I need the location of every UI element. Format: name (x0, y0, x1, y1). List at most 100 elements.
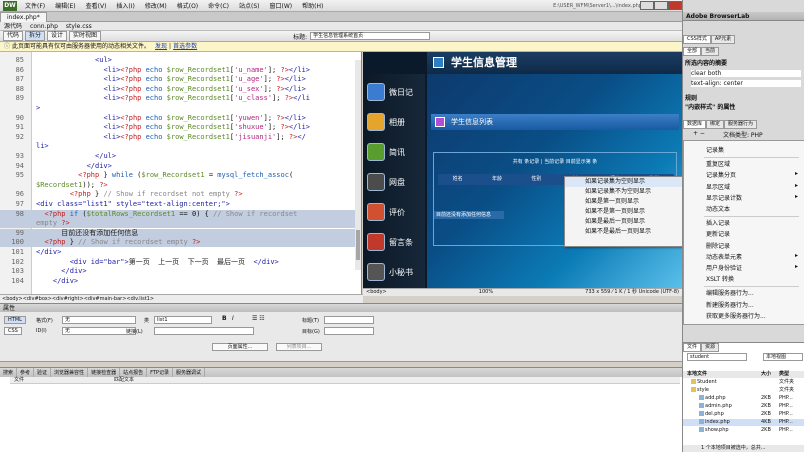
tab-index-php[interactable]: index.php* (0, 12, 47, 22)
file-row[interactable]: show.php 2KB PHP... (683, 427, 804, 434)
server-menu-item-6[interactable]: 插入记录 (706, 218, 730, 227)
view-button-3[interactable]: 实时视图 (69, 31, 102, 41)
list-item-button[interactable]: 列表项目... (276, 343, 322, 351)
file-row[interactable]: admin.php 2KB PHP... (683, 403, 804, 410)
minimize-button[interactable] (640, 1, 654, 10)
page-properties-button[interactable]: 页面属性... (212, 343, 268, 351)
menu-item-2[interactable]: 查看(V) (81, 1, 112, 10)
related-file-0[interactable]: 源代码 (4, 23, 22, 30)
css-tab-0[interactable]: CSS样式 (683, 35, 711, 44)
server-menu-item-12[interactable]: 编辑服务器行为... (706, 288, 754, 297)
sidebar-item-4[interactable]: 评价 (367, 200, 423, 224)
context-item-5[interactable]: 如果不是最后一页则显示 (565, 227, 683, 237)
rule-text-align[interactable]: text-align: center (691, 80, 801, 87)
menu-item-9[interactable]: 帮助(H) (297, 1, 328, 10)
server-menu-item-4[interactable]: 显示记录计数 (706, 193, 742, 202)
server-tab-1[interactable]: 绑定 (706, 120, 725, 129)
list-buttons[interactable]: ☰ ☷ (252, 315, 265, 322)
file-row[interactable]: index.php 4KB PHP... (683, 419, 804, 426)
file-row[interactable]: Student 文件夹 (683, 379, 804, 386)
context-item-4[interactable]: 如果是最后一页则显示 (565, 217, 683, 227)
server-menu-item-13[interactable]: 新建服务器行为... (706, 300, 754, 309)
title-prop-input[interactable] (324, 316, 374, 324)
mode-tab-0[interactable]: 全部 (683, 47, 702, 56)
menu-item-6[interactable]: 命令(C) (203, 1, 234, 10)
results-tab-3[interactable]: 浏览器兼容性 (51, 368, 89, 377)
class-select[interactable]: list1 (154, 316, 212, 324)
empty-message[interactable]: 目前还没有添加任何信息 (434, 211, 504, 219)
bold-button[interactable]: B (222, 315, 227, 322)
file-row[interactable]: style 文件夹 (683, 387, 804, 394)
files-tab-1[interactable]: 资源 (701, 343, 720, 352)
css-tab-1[interactable]: AP元素 (710, 35, 736, 44)
server-menu-item-5[interactable]: 动态文本 (706, 204, 730, 213)
results-tab-0[interactable]: 搜索 (0, 368, 18, 377)
menu-item-8[interactable]: 窗口(W) (265, 1, 298, 10)
server-menu-item-7[interactable]: 更新记录 (706, 229, 730, 238)
add-behavior-button[interactable]: + − (693, 130, 705, 137)
close-button[interactable] (668, 1, 682, 10)
menu-item-1[interactable]: 编辑(E) (50, 1, 80, 10)
server-menu-item-1[interactable]: 重复区域 (706, 159, 730, 168)
server-menu-item-8[interactable]: 删除记录 (706, 241, 730, 250)
menu-item-4[interactable]: 修改(M) (140, 1, 172, 10)
context-item-3[interactable]: 如果不是第一页则显示 (565, 207, 683, 217)
italic-button[interactable]: I (232, 315, 234, 322)
format-select[interactable]: 无 (62, 316, 136, 324)
preferences-link[interactable]: 首选参数 (173, 42, 197, 51)
server-menu-item-9[interactable]: 动态表单元素 (706, 252, 742, 261)
results-tab-2[interactable]: 验证 (34, 368, 52, 377)
title-input[interactable]: 学生信息管理系统首页 (310, 32, 431, 40)
zoom-level[interactable]: 100% (479, 289, 493, 296)
id-select[interactable]: 无 (62, 327, 136, 335)
browserlab-header[interactable]: Adobe BrowserLab (683, 12, 804, 21)
related-file-1[interactable]: conn.php (30, 23, 58, 30)
css-button[interactable]: CSS (4, 327, 22, 335)
results-tab-5[interactable]: 站点报告 (120, 368, 148, 377)
sidebar-item-1[interactable]: 相册 (367, 110, 423, 134)
rule-clear[interactable]: clear both (691, 70, 801, 77)
sidebar-item-0[interactable]: 微日记 (367, 80, 423, 104)
view-select[interactable]: 本地视图 (763, 353, 803, 361)
file-row[interactable]: del.php 2KB PHP... (683, 411, 804, 418)
sidebar-item-6[interactable]: 小秘书 (367, 260, 423, 284)
design-view[interactable]: 学生信息管理 微日记 相册 简讯 网盘 评价 留言条 小秘书 学生信息列表 共有 条记录 |… (363, 52, 682, 288)
server-tab-0[interactable]: 数据库 (683, 120, 707, 129)
link-input[interactable] (154, 327, 254, 335)
server-menu-item-14[interactable]: 获取更多服务器行为... (706, 311, 766, 320)
server-menu-item-11[interactable]: XSLT 转换 (706, 274, 734, 283)
view-button-0[interactable]: 代码 (3, 31, 24, 41)
files-tab-0[interactable]: 文件 (683, 343, 702, 352)
results-tab-7[interactable]: 服务器调试 (173, 368, 205, 377)
mode-tab-1[interactable]: 当前 (701, 47, 720, 56)
menu-item-5[interactable]: 格式(O) (172, 1, 203, 10)
target-select[interactable] (324, 327, 374, 335)
server-menu-item-2[interactable]: 记录集分页 (706, 170, 736, 179)
scroll-thumb[interactable] (356, 230, 360, 260)
results-tab-4[interactable]: 链接检查器 (88, 368, 121, 377)
site-select[interactable]: student (687, 353, 747, 361)
discover-link[interactable]: 发现 (155, 42, 167, 51)
code-view[interactable]: 85 <ul> 86 <li><?php echo $row_Recordset1… (0, 52, 362, 294)
context-item-2[interactable]: 如果是第一页则显示 (565, 197, 683, 207)
server-tab-2[interactable]: 服务器行为 (724, 120, 758, 129)
menu-item-0[interactable]: 文件(F) (20, 1, 50, 10)
properties-header[interactable]: 属性 (0, 303, 682, 312)
view-button-1[interactable]: 拆分 (25, 31, 46, 41)
server-menu-item-0[interactable]: 记录集 (706, 145, 724, 154)
server-menu-item-10[interactable]: 用户身份验证 (706, 263, 742, 272)
results-tab-1[interactable]: 参考 (17, 368, 35, 377)
sidebar-item-3[interactable]: 网盘 (367, 170, 423, 194)
menu-item-7[interactable]: 站点(S) (234, 1, 265, 10)
related-file-2[interactable]: style.css (66, 23, 92, 30)
context-item-1[interactable]: 如果记录集不为空则显示 (565, 187, 683, 197)
results-tab-6[interactable]: FTP记录 (147, 368, 173, 377)
sidebar-item-2[interactable]: 简讯 (367, 140, 423, 164)
html-button[interactable]: HTML (4, 316, 26, 324)
file-row[interactable]: add.php 2KB PHP... (683, 395, 804, 402)
menu-item-3[interactable]: 插入(I) (111, 1, 139, 10)
maximize-button[interactable] (654, 1, 668, 10)
view-button-2[interactable]: 设计 (47, 31, 68, 41)
code-scrollbar[interactable] (355, 60, 361, 270)
context-item-0[interactable]: 如果记录集为空则显示 (565, 177, 683, 187)
